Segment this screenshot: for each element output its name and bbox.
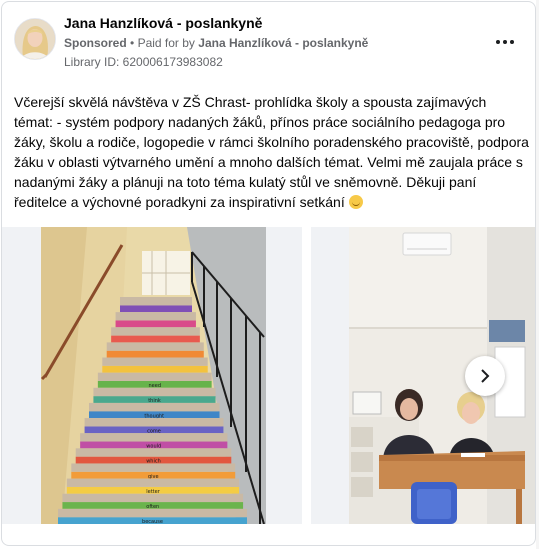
library-id: Library ID: 620006173983082 [64, 55, 223, 69]
stair-word: because [142, 519, 163, 524]
profile-photo [15, 19, 55, 59]
stair-riser [115, 320, 196, 328]
page-name[interactable]: Jana Hanzlíková - poslankyně [64, 15, 262, 31]
stair-tread [106, 342, 204, 351]
stair-tread [97, 372, 212, 381]
staircase-photo: needthinkthoughtcomewouldwhichgiveletter… [2, 227, 302, 524]
post-text-content: Včerejší skvělá návštěva v ZŠ Chrast- pr… [14, 94, 529, 210]
sponsored-label: Sponsored [64, 36, 127, 50]
stair-riser [106, 350, 204, 358]
carousel-slide-staircase[interactable]: need think thought come would which give letter… [2, 227, 302, 524]
post-text: Včerejší skvělá návštěva v ZŠ Chrast- pr… [14, 92, 529, 212]
image-carousel: need think thought come would which give letter… [2, 227, 535, 524]
stair-riser [102, 365, 208, 373]
stair-riser [120, 305, 192, 313]
carousel-next-button[interactable] [465, 356, 505, 396]
stair-tread [66, 478, 240, 487]
stair-tread [84, 418, 224, 427]
stair-riser [111, 335, 200, 343]
stair-tread [75, 448, 232, 457]
smiling-face-emoji [348, 195, 363, 209]
ad-post-card: Jana Hanzlíková - poslankyně Sponsored •… [1, 1, 536, 546]
stair-tread [120, 297, 192, 306]
stair-tread [89, 402, 220, 412]
stair-tread [102, 357, 208, 366]
page-avatar[interactable] [14, 18, 56, 60]
chevron-right-icon [481, 369, 490, 383]
sponsored-line: Sponsored • Paid for by Jana Hanzlíková … [64, 36, 368, 50]
stair-tread [71, 463, 236, 472]
more-options-icon [496, 40, 500, 44]
meta-separator: • [130, 36, 135, 50]
paid-for-label: Paid for by [137, 36, 195, 50]
more-options-button[interactable] [491, 32, 519, 52]
paid-for-name: Jana Hanzlíková - poslankyně [198, 36, 369, 50]
stair-tread [80, 433, 228, 442]
stair-tread [115, 312, 196, 321]
stair-tread [62, 493, 244, 503]
stair-tread [111, 327, 200, 336]
stair-tread [58, 508, 247, 518]
stair-tread [93, 387, 216, 397]
